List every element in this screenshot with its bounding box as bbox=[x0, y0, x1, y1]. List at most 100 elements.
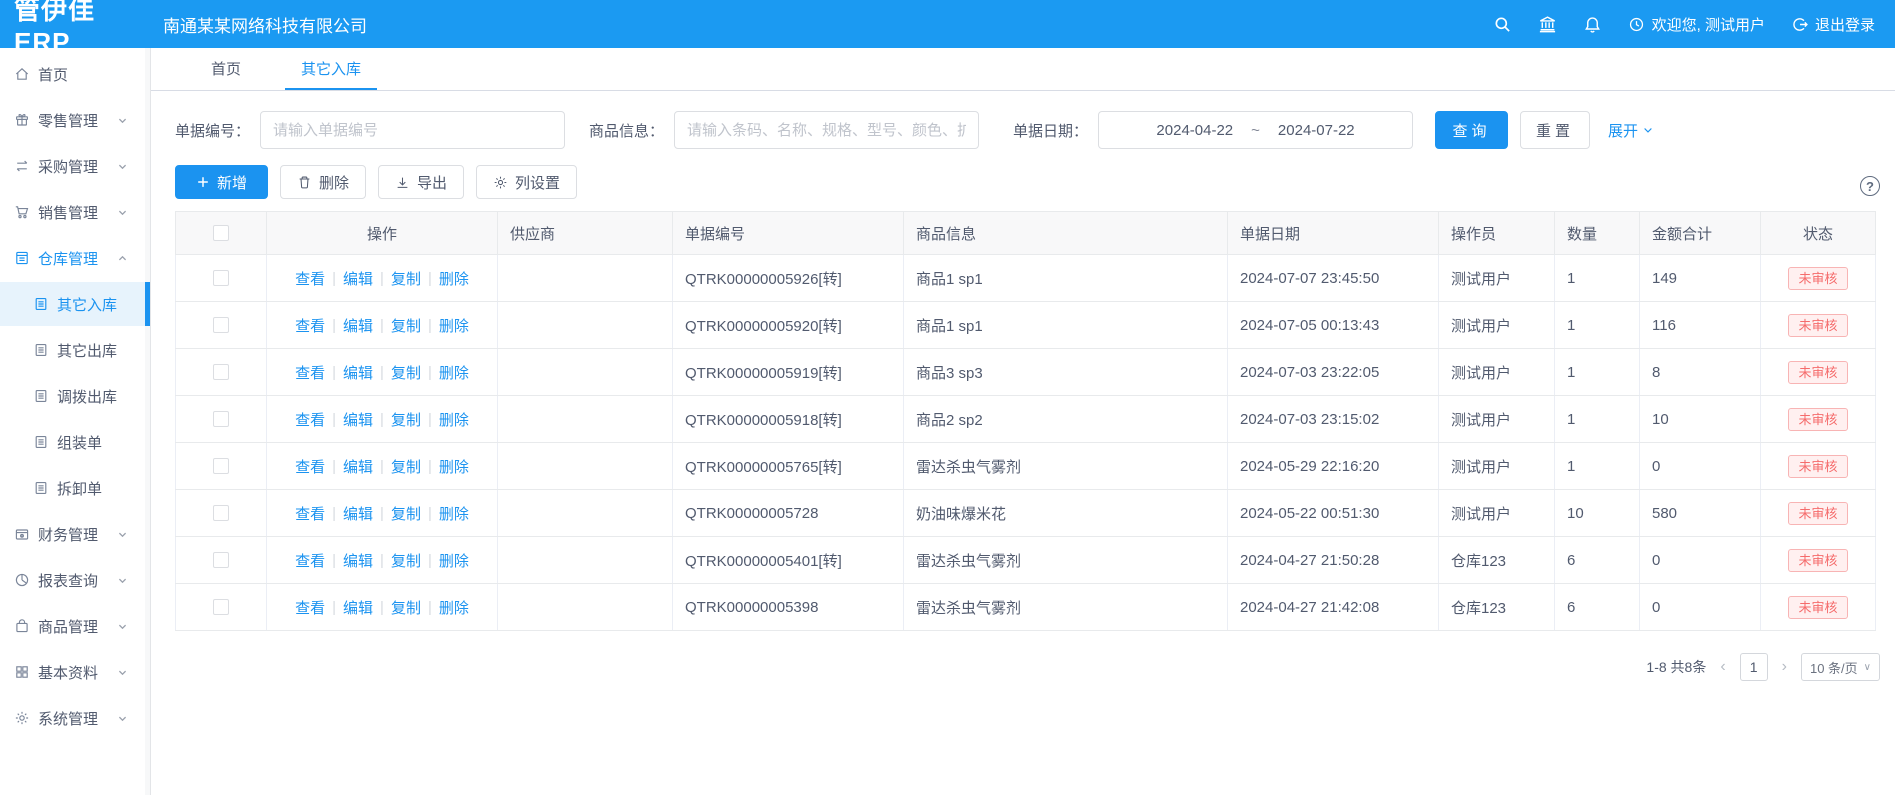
product-info-input[interactable] bbox=[674, 111, 979, 149]
column-settings-button[interactable]: 列设置 bbox=[476, 165, 577, 199]
row-action-edit[interactable]: 编辑 bbox=[343, 597, 373, 618]
bell-icon[interactable] bbox=[1583, 15, 1602, 34]
row-action-delete[interactable]: 删除 bbox=[439, 362, 469, 383]
row-checkbox[interactable] bbox=[213, 411, 229, 427]
sidebar-item-11[interactable]: 报表查询 bbox=[0, 558, 150, 602]
filter-bar: 单据编号： 商品信息： 单据日期： 2024-04-22 ~ 2024-07-2… bbox=[175, 111, 1895, 149]
row-action-copy[interactable]: 复制 bbox=[391, 409, 421, 430]
row-action-delete[interactable]: 删除 bbox=[439, 456, 469, 477]
row-action-edit[interactable]: 编辑 bbox=[343, 362, 373, 383]
tab-1[interactable]: 其它入库 bbox=[285, 48, 377, 90]
row-action-edit[interactable]: 编辑 bbox=[343, 456, 373, 477]
sidebar-item-6[interactable]: 其它出库 bbox=[0, 328, 150, 372]
row-action-delete[interactable]: 删除 bbox=[439, 315, 469, 336]
row-actions: 查看|编辑|复制|删除 bbox=[279, 550, 485, 571]
status-badge: 未审核 bbox=[1788, 549, 1847, 572]
cart-icon bbox=[14, 204, 30, 220]
sidebar-item-3[interactable]: 销售管理 bbox=[0, 190, 150, 234]
date-to[interactable]: 2024-07-22 bbox=[1278, 122, 1355, 139]
row-action-copy[interactable]: 复制 bbox=[391, 268, 421, 289]
sidebar: 首页零售管理采购管理销售管理仓库管理其它入库其它出库调拨出库组装单拆卸单财务管理… bbox=[0, 48, 151, 795]
welcome-user[interactable]: 欢迎您, 测试用户 bbox=[1628, 14, 1765, 35]
select-all-checkbox[interactable] bbox=[213, 225, 229, 241]
date-range-picker[interactable]: 2024-04-22 ~ 2024-07-22 bbox=[1098, 111, 1413, 149]
sidebar-item-label: 首页 bbox=[38, 64, 150, 85]
search-button[interactable]: 查询 bbox=[1435, 111, 1508, 149]
date-label: 单据日期： bbox=[1013, 120, 1088, 141]
sidebar-item-0[interactable]: 首页 bbox=[0, 52, 150, 96]
row-action-edit[interactable]: 编辑 bbox=[343, 550, 373, 571]
sidebar-item-2[interactable]: 采购管理 bbox=[0, 144, 150, 188]
row-action-delete[interactable]: 删除 bbox=[439, 550, 469, 571]
sidebar-item-4[interactable]: 仓库管理 bbox=[0, 236, 150, 280]
row-action-copy[interactable]: 复制 bbox=[391, 550, 421, 571]
row-action-delete[interactable]: 删除 bbox=[439, 409, 469, 430]
row-action-copy[interactable]: 复制 bbox=[391, 315, 421, 336]
row-action-view[interactable]: 查看 bbox=[295, 597, 325, 618]
table-row: 查看|编辑|复制|删除QTRK00000005728奶油味爆米花2024-05-… bbox=[176, 490, 1876, 537]
row-action-view[interactable]: 查看 bbox=[295, 456, 325, 477]
sidebar-item-13[interactable]: 基本资料 bbox=[0, 650, 150, 694]
page-number[interactable]: 1 bbox=[1740, 653, 1768, 681]
row-action-edit[interactable]: 编辑 bbox=[343, 409, 373, 430]
cell-qty: 6 bbox=[1555, 537, 1640, 584]
cell-date: 2024-04-27 21:42:08 bbox=[1228, 584, 1439, 631]
logout-button[interactable]: 退出登录 bbox=[1791, 14, 1875, 35]
row-checkbox[interactable] bbox=[213, 505, 229, 521]
row-action-view[interactable]: 查看 bbox=[295, 550, 325, 571]
pagination: 1-8 共8条 ‹ 1 › 10 条/页 ∨ bbox=[151, 653, 1880, 681]
chevron-down-icon bbox=[117, 575, 128, 586]
cell-amount: 580 bbox=[1640, 490, 1761, 537]
tab-0[interactable]: 首页 bbox=[195, 48, 257, 90]
row-action-view[interactable]: 查看 bbox=[295, 268, 325, 289]
row-checkbox[interactable] bbox=[213, 364, 229, 380]
prev-page-icon[interactable]: ‹ bbox=[1718, 658, 1727, 676]
row-action-edit[interactable]: 编辑 bbox=[343, 503, 373, 524]
sidebar-item-7[interactable]: 调拨出库 bbox=[0, 374, 150, 418]
cell-product: 商品3 sp3 bbox=[904, 349, 1228, 396]
cell-operator: 仓库123 bbox=[1439, 584, 1555, 631]
row-action-view[interactable]: 查看 bbox=[295, 503, 325, 524]
row-action-delete[interactable]: 删除 bbox=[439, 503, 469, 524]
row-action-view[interactable]: 查看 bbox=[295, 409, 325, 430]
row-action-copy[interactable]: 复制 bbox=[391, 456, 421, 477]
date-separator: ~ bbox=[1251, 122, 1260, 139]
row-action-delete[interactable]: 删除 bbox=[439, 597, 469, 618]
sidebar-item-8[interactable]: 组装单 bbox=[0, 420, 150, 464]
row-action-edit[interactable]: 编辑 bbox=[343, 315, 373, 336]
cell-order-no: QTRK00000005919[转] bbox=[673, 349, 904, 396]
order-no-input[interactable] bbox=[260, 111, 565, 149]
expand-link[interactable]: 展开 bbox=[1608, 120, 1654, 141]
reset-button[interactable]: 重置 bbox=[1520, 111, 1590, 149]
row-checkbox[interactable] bbox=[213, 317, 229, 333]
date-from[interactable]: 2024-04-22 bbox=[1156, 122, 1233, 139]
row-action-copy[interactable]: 复制 bbox=[391, 597, 421, 618]
next-page-icon[interactable]: › bbox=[1780, 658, 1789, 676]
row-checkbox[interactable] bbox=[213, 552, 229, 568]
page-size-select[interactable]: 10 条/页 ∨ bbox=[1801, 653, 1880, 681]
sidebar-item-5[interactable]: 其它入库 bbox=[0, 282, 150, 326]
sidebar-item-1[interactable]: 零售管理 bbox=[0, 98, 150, 142]
sidebar-item-14[interactable]: 系统管理 bbox=[0, 696, 150, 740]
sidebar-item-9[interactable]: 拆卸单 bbox=[0, 466, 150, 510]
sidebar-item-10[interactable]: 财务管理 bbox=[0, 512, 150, 556]
cell-product: 雷达杀虫气雾剂 bbox=[904, 443, 1228, 490]
row-action-delete[interactable]: 删除 bbox=[439, 268, 469, 289]
delete-button[interactable]: 删除 bbox=[280, 165, 366, 199]
row-checkbox[interactable] bbox=[213, 599, 229, 615]
row-checkbox[interactable] bbox=[213, 458, 229, 474]
row-action-copy[interactable]: 复制 bbox=[391, 362, 421, 383]
row-checkbox[interactable] bbox=[213, 270, 229, 286]
search-icon[interactable] bbox=[1493, 15, 1512, 34]
sidebar-item-12[interactable]: 商品管理 bbox=[0, 604, 150, 648]
add-button[interactable]: 新增 bbox=[175, 165, 268, 199]
row-action-view[interactable]: 查看 bbox=[295, 315, 325, 336]
bank-icon[interactable] bbox=[1538, 15, 1557, 34]
row-actions: 查看|编辑|复制|删除 bbox=[279, 503, 485, 524]
row-action-view[interactable]: 查看 bbox=[295, 362, 325, 383]
export-button[interactable]: 导出 bbox=[378, 165, 464, 199]
help-icon[interactable]: ? bbox=[1860, 176, 1880, 196]
row-action-edit[interactable]: 编辑 bbox=[343, 268, 373, 289]
cell-order-no: QTRK00000005398 bbox=[673, 584, 904, 631]
row-action-copy[interactable]: 复制 bbox=[391, 503, 421, 524]
